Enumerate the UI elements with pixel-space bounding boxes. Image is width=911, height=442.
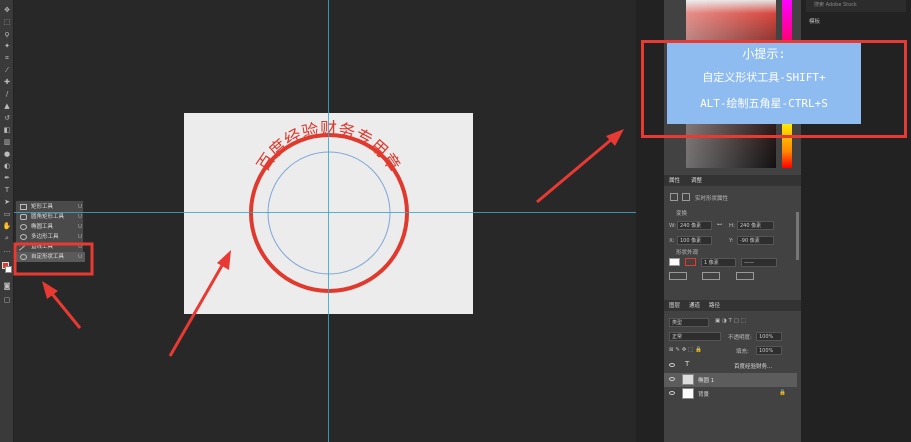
arrow-to-stamp bbox=[168, 250, 231, 357]
annotation-overlay bbox=[13, 129, 624, 357]
arrow-to-tip bbox=[536, 129, 624, 204]
flyout-highlight-box bbox=[13, 242, 94, 276]
arrow-to-flyout bbox=[42, 281, 82, 329]
